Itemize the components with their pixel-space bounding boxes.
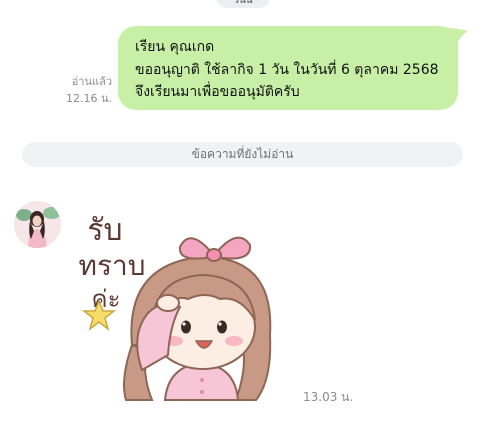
bow-icon	[178, 236, 252, 262]
read-status: อ่านแล้ว	[71, 75, 112, 88]
sticker-text: รับ	[87, 213, 122, 248]
message-time: 12.16 น.	[65, 92, 112, 105]
message-line: เรียน คุณเกด	[135, 39, 215, 55]
sticker-eye	[181, 320, 191, 334]
sticker-eye	[217, 320, 227, 334]
message-line: จึงเรียนมาเพื่อขออนุมัติครับ	[135, 84, 300, 100]
outgoing-message-meta: อ่านแล้ว 12.16 น.	[42, 73, 112, 107]
incoming-message-time: 13.03 น.	[303, 390, 354, 404]
sender-avatar[interactable]	[14, 201, 61, 248]
sticker-ack[interactable]: รับ ทราบ ค่ะ	[70, 195, 292, 410]
avatar-image	[14, 201, 61, 248]
date-divider: วันนี้	[216, 0, 270, 8]
sticker-text: ทราบ	[79, 249, 146, 282]
outgoing-message-bubble[interactable]: เรียน คุณเกด ขออนุญาติ ใช้ลากิจ 1 วัน ใน…	[118, 26, 458, 110]
message-line: ขออนุญาติ ใช้ลากิจ 1 วัน ในวันที่ 6 ตุลา…	[135, 61, 439, 78]
unread-messages-divider: ข้อความที่ยังไม่อ่าน	[22, 142, 463, 167]
